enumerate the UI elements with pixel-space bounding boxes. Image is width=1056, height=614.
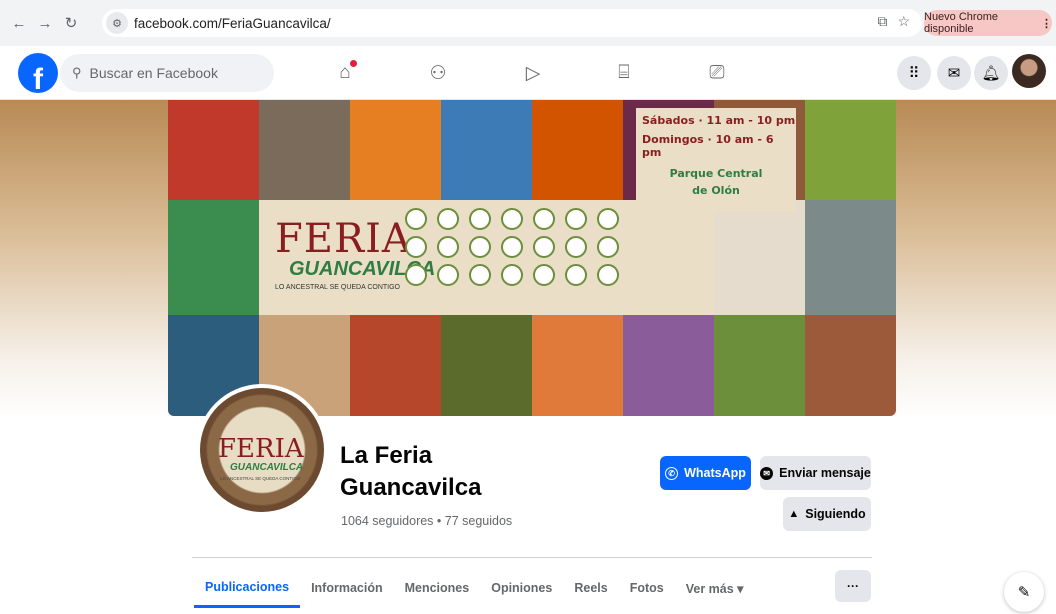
cover-photo-tile — [168, 200, 259, 315]
whatsapp-button[interactable]: ✆ WhatsApp — [660, 456, 751, 490]
cover-photo-tile — [805, 100, 896, 200]
facebook-header: f ⚲ Buscar en Facebook ⌂ ⚇ ▷ ⌸ ⎚ ⠿ ✉ 🔔︎ — [0, 46, 1056, 100]
tab-menciones[interactable]: Menciones — [394, 568, 481, 608]
whatsapp-label: WhatsApp — [684, 466, 746, 480]
whatsapp-icon: ✆ — [665, 466, 679, 480]
cover-title: FERIA — [275, 216, 412, 262]
profile-tabs: Publicaciones Información Menciones Opin… — [194, 568, 754, 608]
browser-toolbar: ← → ↻ ⚙ facebook.com/FeriaGuancavilca/ ⧉… — [0, 0, 1056, 46]
cover-photo-tile — [805, 200, 896, 315]
cover-schedule: Sábados · 11 am - 10 pm Domingos · 10 am… — [636, 108, 796, 212]
site-info-icon[interactable]: ⚙ — [106, 12, 128, 34]
cover-photo-tile — [350, 100, 441, 200]
follower-count[interactable]: 1064 seguidores • 77 seguidos — [341, 514, 512, 528]
page-title-line2: Guancavilca — [340, 474, 482, 501]
search-icon: ⚲ — [72, 65, 82, 80]
menu-kebab-icon[interactable]: ⋮ — [1041, 17, 1052, 30]
messenger-icon[interactable]: ✉ — [937, 56, 971, 90]
account-avatar[interactable] — [1012, 54, 1046, 88]
home-icon[interactable]: ⌂ — [330, 58, 360, 88]
cover-photo-tile — [168, 100, 259, 200]
profile-pic-tagline: LO ANCESTRAL SE QUEDA CONTIGO — [220, 476, 301, 481]
menu-grid-icon[interactable]: ⠿ — [897, 56, 931, 90]
tab-reels[interactable]: Reels — [563, 568, 618, 608]
messenger-icon: ✉ — [760, 466, 774, 480]
following-button[interactable]: ▲ Siguiendo — [783, 497, 871, 531]
tabs-divider — [192, 557, 872, 558]
profile-picture-logo: FERIA GUANCAVILCA LO ANCESTRAL SE QUEDA … — [200, 388, 324, 512]
profile-pic-subtitle: GUANCAVILCA — [230, 462, 304, 473]
reload-icon[interactable]: ↻ — [58, 10, 84, 36]
schedule-saturday: Sábados · 11 am - 10 pm — [642, 114, 796, 127]
page-title-line1: La Feria — [340, 442, 433, 469]
tab-fotos[interactable]: Fotos — [619, 568, 675, 608]
profile-picture[interactable]: FERIA GUANCAVILCA LO ANCESTRAL SE QUEDA … — [196, 384, 328, 516]
follow-icon: ▲ — [788, 508, 800, 520]
back-icon[interactable]: ← — [6, 10, 32, 36]
cover-photo-tile — [805, 315, 896, 416]
send-message-label: Enviar mensaje — [779, 466, 871, 480]
tab-ver-mas[interactable]: Ver más ▾ — [675, 568, 755, 608]
cover-photo-tile — [441, 100, 532, 200]
profile-pic-title: FERIA — [218, 434, 304, 464]
notifications-icon[interactable]: 🔔︎ — [974, 56, 1008, 90]
sponsor-logos — [405, 208, 635, 286]
following-label: Siguiendo — [805, 507, 866, 521]
cover-photo-tile — [441, 315, 532, 416]
cover-photo-tile — [350, 315, 441, 416]
send-message-button[interactable]: ✉ Enviar mensaje — [760, 456, 871, 490]
tab-opiniones[interactable]: Opiniones — [480, 568, 563, 608]
schedule-sunday: Domingos · 10 am - 6 pm — [642, 133, 774, 159]
cover-photo-tile — [532, 100, 623, 200]
watch-icon[interactable]: ▷ — [518, 58, 548, 88]
cover-photo-tile — [623, 315, 714, 416]
friends-icon[interactable]: ⚇ — [423, 58, 453, 88]
facebook-logo-letter: f — [33, 63, 43, 93]
forward-icon[interactable]: → — [32, 10, 58, 36]
tab-informacion[interactable]: Información — [300, 568, 394, 608]
schedule-place-2: de Olón — [692, 184, 740, 197]
schedule-place-1: Parque Central — [669, 167, 763, 180]
address-bar[interactable]: ⚙ facebook.com/FeriaGuancavilca/ ⧉ ☆ — [102, 9, 922, 37]
chrome-update-button[interactable]: Nuevo Chrome disponible ⋮ — [924, 10, 1052, 36]
url-text[interactable]: facebook.com/FeriaGuancavilca/ — [134, 16, 331, 31]
cover-photo-tile — [532, 315, 623, 416]
notification-dot — [350, 60, 357, 67]
bookmark-star-icon[interactable]: ☆ — [897, 13, 910, 30]
marketplace-icon[interactable]: ⌸ — [609, 58, 639, 88]
page-title: La Feria Guancavilca — [340, 440, 640, 504]
compose-message-icon[interactable]: ✎ — [1004, 572, 1044, 612]
cover-photo-tile — [714, 315, 805, 416]
search-placeholder: Buscar en Facebook — [89, 65, 218, 81]
more-options-button[interactable]: ··· — [835, 570, 871, 602]
search-input[interactable]: ⚲ Buscar en Facebook — [60, 54, 274, 92]
install-icon[interactable]: ⧉ — [877, 13, 887, 30]
cover-banner: FERIA GUANCAVILCA LO ANCESTRAL SE QUEDA … — [259, 200, 714, 315]
gaming-icon[interactable]: ⎚ — [702, 58, 732, 88]
cover-tagline: LO ANCESTRAL SE QUEDA CONTIGO — [275, 284, 400, 291]
facebook-logo-icon[interactable]: f — [18, 53, 58, 93]
update-label: Nuevo Chrome disponible — [924, 11, 998, 35]
tab-publicaciones[interactable]: Publicaciones — [194, 568, 301, 608]
cover-photo-tile — [259, 100, 350, 200]
